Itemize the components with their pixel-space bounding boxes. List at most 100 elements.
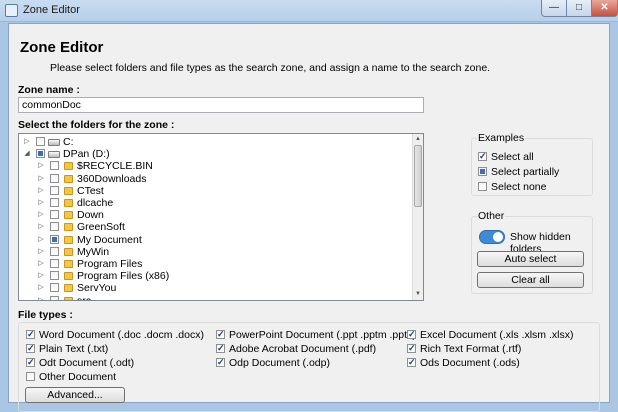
tree-node-checkbox[interactable] <box>50 210 59 220</box>
scroll-thumb[interactable] <box>414 145 422 207</box>
folder-icon <box>64 162 73 171</box>
folder-icon <box>64 174 73 183</box>
collapsed-arrow-icon[interactable]: ▷ <box>37 209 45 221</box>
folder-icon <box>64 223 73 232</box>
select-none-label: Select none <box>491 181 547 193</box>
collapsed-arrow-icon[interactable]: ▷ <box>23 136 31 148</box>
folder-icon <box>64 272 73 281</box>
rtf-checkbox[interactable] <box>407 342 416 354</box>
tree-node-label: ServYou <box>77 282 117 295</box>
folders-label: Select the folders for the zone : <box>18 119 175 131</box>
tree-node-label: 360Downloads <box>77 172 147 185</box>
tree-node-label: C: <box>63 136 74 148</box>
tree-node-checkbox[interactable] <box>36 149 45 159</box>
close-button[interactable]: ✕ <box>591 0 618 17</box>
tree-node-checkbox[interactable] <box>50 246 59 256</box>
tree-node-checkbox[interactable] <box>50 259 59 268</box>
collapsed-arrow-icon[interactable]: ▷ <box>37 185 45 197</box>
plain-text-checkbox[interactable] <box>26 342 35 354</box>
powerpoint-label: PowerPoint Document (.ppt .pptm .pptx) <box>229 329 416 341</box>
tree-node-checkbox[interactable] <box>50 271 59 281</box>
tree-node-label: CTest <box>77 184 104 197</box>
tree-node-checkbox[interactable] <box>50 295 59 300</box>
collapsed-arrow-icon[interactable]: ▷ <box>37 221 45 233</box>
folder-tree[interactable]: ▷ C: ◢ DPan (D:) ▷ $RECYCLE.BIN ▷ 360Downloads ▷… <box>18 133 424 301</box>
folder-icon <box>64 260 73 268</box>
powerpoint-checkbox[interactable] <box>216 328 225 340</box>
toggle-knob <box>493 232 503 242</box>
maximize-button[interactable]: □ <box>566 0 592 17</box>
tree-node-label: DPan (D:) <box>63 148 110 161</box>
select-partially-label: Select partially <box>491 166 560 178</box>
select-all-checkbox <box>478 150 487 162</box>
collapsed-arrow-icon[interactable]: ▷ <box>37 160 45 172</box>
select-partially-checkbox <box>478 167 487 176</box>
scroll-up-icon[interactable]: ▲ <box>413 134 423 144</box>
tree-node-checkbox[interactable] <box>50 283 59 293</box>
zone-name-input[interactable] <box>18 97 424 113</box>
dialog-description: Please select folders and file types as … <box>50 62 491 74</box>
drive-icon <box>48 151 60 159</box>
odt-checkbox[interactable] <box>26 356 35 368</box>
clear-all-button[interactable]: Clear all <box>477 272 584 288</box>
collapsed-arrow-icon[interactable]: ▷ <box>37 234 45 246</box>
plain-text-label: Plain Text (.txt) <box>39 343 109 355</box>
other-document-checkbox[interactable] <box>26 372 35 381</box>
tree-node-checkbox[interactable] <box>50 161 59 171</box>
examples-title: Examples <box>477 132 526 144</box>
auto-select-button[interactable]: Auto select <box>477 251 584 267</box>
tree-node-label: dlcache <box>77 197 114 209</box>
odp-checkbox[interactable] <box>216 356 225 368</box>
collapsed-arrow-icon[interactable]: ▷ <box>37 258 45 270</box>
expanded-arrow-icon[interactable]: ◢ <box>23 148 31 160</box>
title-bar: Zone Editor — □ ✕ <box>0 0 618 22</box>
advanced-button[interactable]: Advanced... <box>25 387 125 403</box>
folder-icon <box>64 284 73 293</box>
odp-label: Odp Document (.odp) <box>229 357 330 369</box>
word-label: Word Document (.doc .docm .docx) <box>39 329 204 341</box>
rtf-label: Rich Text Format (.rtf) <box>420 343 522 355</box>
folder-icon <box>64 235 73 244</box>
tree-node-checkbox[interactable] <box>36 137 45 146</box>
window-title: Zone Editor <box>23 4 80 16</box>
tree-node-checkbox[interactable] <box>50 234 59 244</box>
collapsed-arrow-icon[interactable]: ▷ <box>37 246 45 258</box>
collapsed-arrow-icon[interactable]: ▷ <box>37 270 45 282</box>
collapsed-arrow-icon[interactable]: ▷ <box>37 173 45 185</box>
tree-node-label: MyWin <box>77 245 110 258</box>
collapsed-arrow-icon[interactable]: ▷ <box>37 197 45 209</box>
dialog-body: Zone Editor Please select folders and fi… <box>8 23 610 412</box>
folder-icon <box>64 247 73 256</box>
odt-label: Odt Document (.odt) <box>39 357 135 369</box>
tree-node-label: Program Files (x86) <box>77 270 170 283</box>
tree-node-checkbox[interactable] <box>50 198 59 207</box>
dialog-heading: Zone Editor <box>20 39 104 56</box>
app-icon <box>5 4 18 17</box>
collapsed-arrow-icon[interactable]: ▷ <box>37 282 45 294</box>
collapsed-arrow-icon[interactable]: ▷ <box>37 295 45 300</box>
pdf-label: Adobe Acrobat Document (.pdf) <box>229 343 377 355</box>
other-group: Other Show hidden folders Auto select Cl… <box>471 210 593 294</box>
other-title: Other <box>477 210 506 222</box>
folder-icon <box>64 296 73 300</box>
minimize-button[interactable]: — <box>541 0 567 17</box>
tree-scrollbar[interactable]: ▲ ▼ <box>412 134 423 300</box>
show-hidden-toggle[interactable] <box>479 230 505 244</box>
pdf-checkbox[interactable] <box>216 342 225 354</box>
tree-node-label: src <box>77 294 91 301</box>
scroll-down-icon[interactable]: ▼ <box>413 289 423 299</box>
tree-node-checkbox[interactable] <box>50 222 59 232</box>
word-checkbox[interactable] <box>26 328 35 340</box>
excel-checkbox[interactable] <box>407 328 416 340</box>
file-types-panel: Word Document (.doc .docm .docx) PowerPo… <box>18 322 600 412</box>
examples-group: Examples Select all Select partially Sel… <box>471 132 593 196</box>
ods-label: Ods Document (.ods) <box>420 357 520 369</box>
other-document-label: Other Document <box>39 371 117 383</box>
folder-icon <box>64 199 73 207</box>
tree-node-label: Down <box>77 209 104 222</box>
select-all-label: Select all <box>491 151 534 163</box>
tree-node-checkbox[interactable] <box>50 173 59 183</box>
select-none-checkbox <box>478 182 487 191</box>
ods-checkbox[interactable] <box>407 356 416 368</box>
tree-node-checkbox[interactable] <box>50 185 59 195</box>
